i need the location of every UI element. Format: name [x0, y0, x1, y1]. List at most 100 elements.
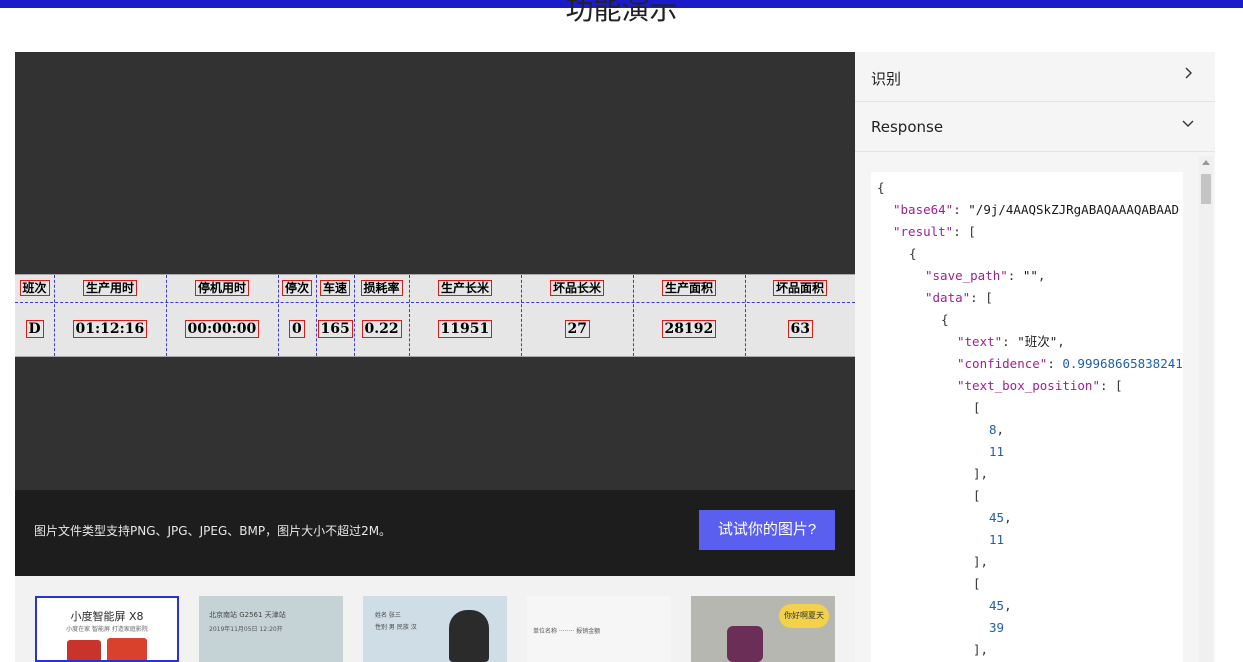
response-json-viewer[interactable]: {"base64": "/9j/4AAQSkZJRgABAQAAAQABAAD "… [871, 172, 1183, 662]
scroll-up-arrow-icon[interactable] [1202, 160, 1210, 165]
code-line: ], [877, 463, 1183, 485]
accordion-response[interactable]: Response [855, 102, 1215, 152]
accordion-label: Response [871, 118, 944, 136]
code-token: "data" [925, 290, 971, 305]
accordion-label: 识别 [871, 70, 902, 88]
drink-image [727, 626, 763, 662]
detected-header-box: 坏品长米 [550, 280, 605, 296]
code-line: 11 [877, 529, 1183, 551]
detected-value-box: 11951 [437, 320, 493, 338]
code-token: "confidence" [957, 356, 1048, 371]
detected-value-box: 165 [317, 320, 353, 338]
code-token: "" [1022, 268, 1038, 283]
table-column-divider [278, 275, 279, 356]
id-photo [449, 610, 489, 662]
table-column-divider [409, 275, 410, 356]
detected-header-box: 车速 [320, 280, 351, 296]
code-line: "confidence": 0.99968665838241 [877, 353, 1183, 375]
thumbnail-2[interactable]: 北京南站 G2561 天津站 2019年11月05日 12:20开 [199, 596, 343, 662]
code-token: { [941, 312, 949, 327]
code-token: : [1002, 334, 1018, 349]
table-column-divider [316, 275, 317, 356]
code-token: , [996, 422, 1005, 437]
code-token: { [877, 180, 885, 195]
code-line: "base64": "/9j/4AAQSkZJRgABAQAAAQABAAD [877, 199, 1183, 221]
table-column-divider [54, 275, 55, 356]
code-line: "text_box_position": [ [877, 375, 1183, 397]
code-token: "save_path" [925, 268, 1008, 283]
sample-thumbnails: 小度智能屏 X8 小度在家 智能屏 打造家庭影院 北京南站 G2561 天津站 … [15, 576, 855, 662]
code-token: , [1004, 510, 1012, 525]
detected-value-box: 0.22 [361, 320, 402, 338]
code-token: "text" [957, 334, 1003, 349]
code-token: ], [973, 554, 989, 569]
code-token: 11 [989, 532, 1005, 547]
device-image [107, 638, 147, 660]
table-column-divider [354, 275, 355, 356]
id-line: 姓名 张三 [375, 612, 401, 619]
scrollbar[interactable] [1199, 156, 1213, 662]
detected-header-box: 损耗率 [360, 280, 403, 296]
code-token: ], [973, 466, 989, 481]
detected-value-box: 00:00:00 [184, 320, 260, 338]
code-line: { [877, 309, 1183, 331]
code-line: 11 [877, 441, 1183, 463]
device-image [67, 640, 101, 660]
code-line: { [877, 243, 1183, 265]
code-line: "result": [ [877, 221, 1183, 243]
code-token: : [953, 202, 969, 217]
scroll-thumb[interactable] [1201, 174, 1211, 204]
code-line: 39 [877, 617, 1183, 639]
code-token: [ [973, 576, 981, 591]
id-line: 性别 男 民族 汉 [375, 624, 417, 631]
code-token: ], [973, 642, 989, 657]
code-line: "save_path": "", [877, 265, 1183, 287]
detected-value-box: 27 [564, 320, 590, 338]
code-token: 0.99968665838241 [1062, 356, 1183, 371]
thumbnail-4[interactable]: 单位名称 ········ 报销金额 [527, 596, 671, 662]
detected-header-box: 生产用时 [83, 280, 138, 296]
receipt-line: 单位名称 ········ 报销金额 [533, 628, 601, 635]
thumbnail-5[interactable]: 你好啊夏天 [691, 596, 835, 662]
detected-value-box: 0 [289, 320, 305, 338]
code-token: "班次" [1017, 334, 1058, 349]
ticket-line: 北京南站 G2561 天津站 [209, 611, 286, 619]
detected-header-box: 坏品面积 [773, 280, 828, 296]
detected-value-box: 63 [787, 320, 813, 338]
code-line: "data": [ [877, 287, 1183, 309]
code-token: 39 [989, 620, 1005, 635]
code-line: { [877, 177, 1183, 199]
demo-image-viewer: 班次 D 生产用时 01:12:16 停机用时 00:00:00 停次 0 车速 165 损耗率 0.… [15, 52, 855, 490]
code-token: [ [973, 488, 981, 503]
try-your-image-button[interactable]: 试试你的图片? [699, 510, 835, 550]
code-line: 8, [877, 419, 1183, 441]
thumbnail-1[interactable]: 小度智能屏 X8 小度在家 智能屏 打造家庭影院 [35, 596, 179, 662]
code-token: { [909, 246, 917, 261]
detected-value-box: 01:12:16 [72, 320, 148, 338]
detected-header-box: 生产面积 [662, 280, 717, 296]
code-line: "text": "班次", [877, 331, 1183, 353]
code-token: [ [973, 400, 981, 415]
recognized-table-image: 班次 D 生产用时 01:12:16 停机用时 00:00:00 停次 0 车速 165 损耗率 0.… [15, 274, 855, 357]
response-panel: 识别 Response { "base64": "/9j/4AAQSkZJRgAB… [855, 52, 1215, 662]
code-line: [ [877, 485, 1183, 507]
detected-header-box: 停机用时 [195, 280, 250, 296]
code-token: 11 [989, 444, 1005, 459]
code-token: "/9j/4AAQSkZJRgABAQAAAQABAAD [968, 202, 1179, 217]
detected-value-box: 28192 [661, 320, 717, 338]
file-type-hint: 图片文件类型支持PNG、JPG、JPEG、BMP，图片大小不超过2M。 [34, 524, 392, 538]
detected-header-box: 停次 [282, 280, 313, 296]
thumbnail-3[interactable]: 姓名 张三 性别 男 民族 汉 [363, 596, 507, 662]
accordion-recognize[interactable]: 识别 [855, 52, 1215, 102]
code-line: [ [877, 397, 1183, 419]
table-divider [15, 302, 855, 303]
thumbnail-subtitle: 小度在家 智能屏 打造家庭影院 [66, 626, 148, 633]
code-token: "result" [893, 224, 954, 239]
code-token: , [1004, 598, 1012, 613]
code-token: : [ [953, 224, 976, 239]
code-line: 45, [877, 595, 1183, 617]
table-column-divider [633, 275, 634, 356]
chevron-right-icon [1185, 67, 1192, 79]
table-column-divider [166, 275, 167, 356]
detected-header-box: 班次 [19, 280, 50, 296]
